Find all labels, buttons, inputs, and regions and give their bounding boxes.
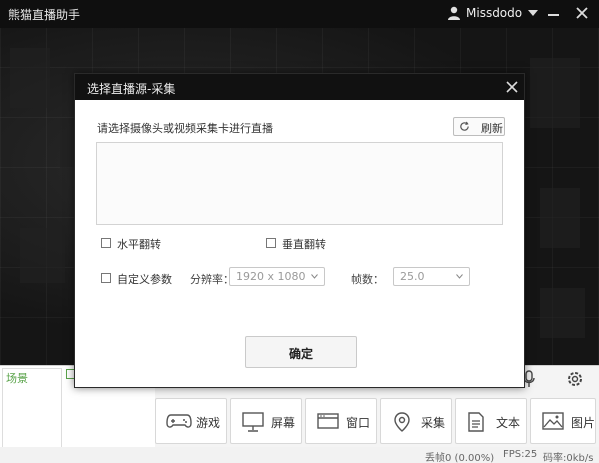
dialog-close-icon[interactable] bbox=[506, 81, 518, 93]
source-button-window[interactable]: 窗口 bbox=[305, 398, 377, 444]
dialog-title: 选择直播源-采集 bbox=[87, 82, 176, 96]
minimize-button[interactable] bbox=[548, 14, 559, 16]
fps-value: 25.0 bbox=[400, 270, 425, 283]
fps-select[interactable]: 25.0 bbox=[393, 267, 470, 286]
location-pin-icon bbox=[394, 412, 410, 432]
refresh-button[interactable]: 刷新 bbox=[453, 117, 505, 136]
flip-vertical-label: 垂直翻转 bbox=[282, 238, 326, 251]
resolution-label: 分辨率： bbox=[190, 273, 234, 286]
window-titlebar: 熊猫直播助手 Missdodo bbox=[0, 0, 599, 28]
window-icon bbox=[317, 413, 339, 429]
source-button-capture[interactable]: 采集 bbox=[380, 398, 452, 444]
gamepad-icon bbox=[166, 414, 192, 428]
window-close-icon[interactable] bbox=[575, 6, 589, 20]
source-label: 屏幕 bbox=[271, 416, 296, 430]
status-bar: 丢帧0 (0.00%) FPS:25 码率:0kb/s bbox=[0, 447, 599, 463]
device-preview-box bbox=[96, 142, 503, 225]
document-icon bbox=[468, 412, 484, 432]
flip-horizontal-label: 水平翻转 bbox=[117, 238, 161, 251]
source-button-image[interactable]: 图片 bbox=[530, 398, 596, 444]
custom-params-label: 自定义参数 bbox=[117, 273, 172, 286]
source-button-screen[interactable]: 屏幕 bbox=[230, 398, 302, 444]
source-label: 文本 bbox=[496, 416, 521, 430]
user-name[interactable]: Missdodo bbox=[466, 6, 522, 20]
resolution-select[interactable]: 1920 x 1080 bbox=[229, 267, 325, 286]
flip-vertical-checkbox[interactable] bbox=[266, 238, 276, 248]
resolution-value: 1920 x 1080 bbox=[236, 270, 306, 283]
source-button-game[interactable]: 游戏 bbox=[155, 398, 227, 444]
scene-label: 场景 bbox=[6, 372, 28, 385]
custom-params-checkbox[interactable] bbox=[101, 273, 111, 283]
capture-source-dialog: 选择直播源-采集 请选择摄像头或视频采集卡进行直播 刷新 水平翻转 垂直翻转 自… bbox=[74, 73, 525, 388]
user-icon[interactable] bbox=[447, 6, 461, 20]
flip-horizontal-checkbox[interactable] bbox=[101, 238, 111, 248]
dialog-titlebar: 选择直播源-采集 bbox=[75, 74, 524, 100]
fps-label: 帧数： bbox=[351, 273, 384, 286]
chevron-down-icon bbox=[456, 274, 463, 279]
refresh-label: 刷新 bbox=[481, 122, 503, 135]
source-label: 窗口 bbox=[346, 416, 371, 430]
source-button-text[interactable]: 文本 bbox=[455, 398, 527, 444]
device-prompt: 请选择摄像头或视频采集卡进行直播 bbox=[97, 122, 273, 135]
image-icon bbox=[542, 412, 564, 430]
chevron-down-icon bbox=[311, 274, 318, 279]
gear-icon[interactable] bbox=[566, 370, 584, 388]
refresh-icon bbox=[460, 121, 469, 131]
dropped-frames-status: 丢帧0 (0.00%) bbox=[425, 453, 495, 463]
confirm-label: 确定 bbox=[288, 347, 313, 361]
source-label: 游戏 bbox=[196, 416, 221, 430]
confirm-button[interactable]: 确定 bbox=[245, 336, 357, 368]
source-label: 图片 bbox=[571, 416, 596, 430]
fps-status: FPS:25 bbox=[503, 449, 538, 460]
source-label: 采集 bbox=[421, 416, 446, 430]
monitor-icon bbox=[242, 412, 264, 432]
user-menu-chevron-icon[interactable] bbox=[528, 10, 538, 16]
app-title: 熊猫直播助手 bbox=[8, 8, 81, 22]
bitrate-status: 码率:0kb/s bbox=[543, 453, 594, 463]
